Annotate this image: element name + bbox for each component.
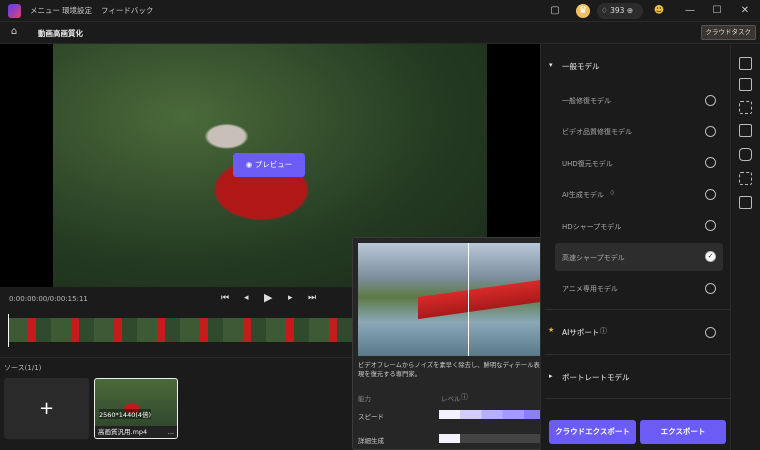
model-item[interactable]: UHD復元モデル: [562, 159, 613, 169]
model-radio[interactable]: [705, 283, 716, 294]
section-portrait-models[interactable]: ポートレートモデル: [562, 372, 630, 383]
model-description: ビデオフレームからノイズを素早く除去し、鮮明なディテール表現を復元する専門家。: [358, 362, 540, 378]
export-button[interactable]: エクスポート: [640, 420, 726, 444]
model-item[interactable]: 一般修復モデル: [562, 96, 611, 106]
preview-label: プレビュー: [254, 160, 293, 169]
detail-level-bar: [439, 434, 545, 443]
home-icon[interactable]: ⌂: [7, 25, 21, 39]
page-title: 動画高画質化: [38, 29, 83, 38]
minimize-icon[interactable]: —: [683, 4, 697, 18]
model-sample-image: [358, 243, 548, 356]
menu-settings[interactable]: 環境設定: [62, 5, 92, 16]
video-add-icon[interactable]: [739, 196, 752, 209]
credits-count: 393: [610, 6, 625, 15]
source-label: ソース(1/1): [4, 364, 42, 372]
message-icon[interactable]: ▢: [548, 4, 562, 18]
expand-icon[interactable]: ▸: [549, 372, 553, 380]
star-icon: ★: [548, 326, 555, 334]
edit-icon[interactable]: [739, 124, 752, 137]
title-bar: メニュー 環境設定 フィードバック ▢ ♛ ♢ 393 ⊕ ☻ — ☐ ✕: [0, 0, 760, 22]
cloud-export-button[interactable]: クラウドエクスポート: [549, 420, 636, 444]
model-item[interactable]: ビデオ品質修復モデル: [562, 127, 632, 137]
magic-select-icon[interactable]: [739, 172, 752, 185]
premium-diamond-icon: ♢: [609, 189, 616, 197]
ai-support-label[interactable]: AIサポート: [562, 327, 599, 338]
thumb-resolution: 2560*1440(4倍): [99, 409, 152, 419]
model-radio[interactable]: [705, 220, 716, 231]
maximize-icon[interactable]: ☐: [710, 4, 724, 18]
crown-icon[interactable]: ♛: [576, 4, 590, 18]
thumb-filename: 高画質汎用.mp4: [98, 428, 148, 436]
model-item[interactable]: アニメ専用モデル: [562, 284, 618, 294]
add-credits-icon[interactable]: ⊕: [624, 6, 633, 15]
next-frame-icon[interactable]: ▸: [288, 293, 293, 303]
preview-button[interactable]: ◉ プレビュー: [233, 153, 305, 177]
time-display: 0:00:00:00/0:00:15:11: [9, 295, 88, 303]
check-icon[interactable]: ✓: [705, 251, 716, 262]
speed-label: スピード: [358, 413, 384, 421]
eraser-icon[interactable]: [739, 148, 752, 161]
model-radio[interactable]: [705, 157, 716, 168]
info-icon[interactable]: ⓘ: [600, 326, 607, 336]
ability-label: 能力: [358, 395, 371, 403]
playhead[interactable]: [8, 314, 9, 347]
model-item[interactable]: HDシャープモデル: [562, 222, 621, 232]
prev-frame-icon[interactable]: ◂: [244, 293, 249, 303]
menu-menu[interactable]: メニュー: [30, 5, 60, 16]
detail-label: 詳細生成: [358, 437, 384, 445]
diamond-icon: ♢: [601, 6, 611, 15]
app-logo: [8, 4, 21, 18]
speed-level-bar: [439, 410, 545, 419]
collapse-icon[interactable]: ▾: [549, 61, 553, 69]
close-icon[interactable]: ✕: [738, 4, 752, 18]
model-radio[interactable]: [705, 189, 716, 200]
section-general-models[interactable]: 一般モデル: [562, 61, 600, 72]
model-item[interactable]: AI生成モデル: [562, 190, 604, 200]
play-icon[interactable]: ▶: [264, 291, 272, 304]
cloud-task-button[interactable]: クラウドタスク: [700, 25, 756, 40]
more-icon[interactable]: ...: [168, 428, 174, 436]
toolbar: ⌂ 動画高画質化: [0, 22, 760, 44]
ai-tools-icon[interactable]: [739, 101, 752, 114]
model-tooltip: ビデオフレームからノイズを素早く除去し、鮮明なディテール表現を復元する専門家。 …: [352, 237, 550, 450]
skip-start-icon[interactable]: ⏮: [221, 293, 229, 303]
video-enhance-icon[interactable]: [739, 57, 752, 70]
credits-pill[interactable]: ♢ 393 ⊕: [597, 3, 643, 19]
model-radio[interactable]: [705, 126, 716, 137]
timeline-thumbnails[interactable]: [8, 318, 353, 342]
skip-end-icon[interactable]: ⏭: [308, 293, 316, 303]
model-item-selected[interactable]: 高速シャープモデル: [562, 253, 625, 263]
frame-interpolation-icon[interactable]: [739, 78, 752, 91]
model-radio[interactable]: [705, 95, 716, 106]
ai-support-radio[interactable]: [705, 327, 716, 338]
source-thumbnail[interactable]: 2560*1440(4倍) 高画質汎用.mp4 ...: [94, 378, 178, 439]
eye-icon: ◉: [245, 160, 255, 169]
menu-feedback[interactable]: フィードバック: [101, 5, 153, 16]
info-icon[interactable]: ⓘ: [461, 392, 468, 402]
add-source-button[interactable]: +: [4, 378, 89, 439]
avatar-icon[interactable]: ☻: [652, 4, 666, 18]
level-label: レベル: [441, 395, 461, 403]
